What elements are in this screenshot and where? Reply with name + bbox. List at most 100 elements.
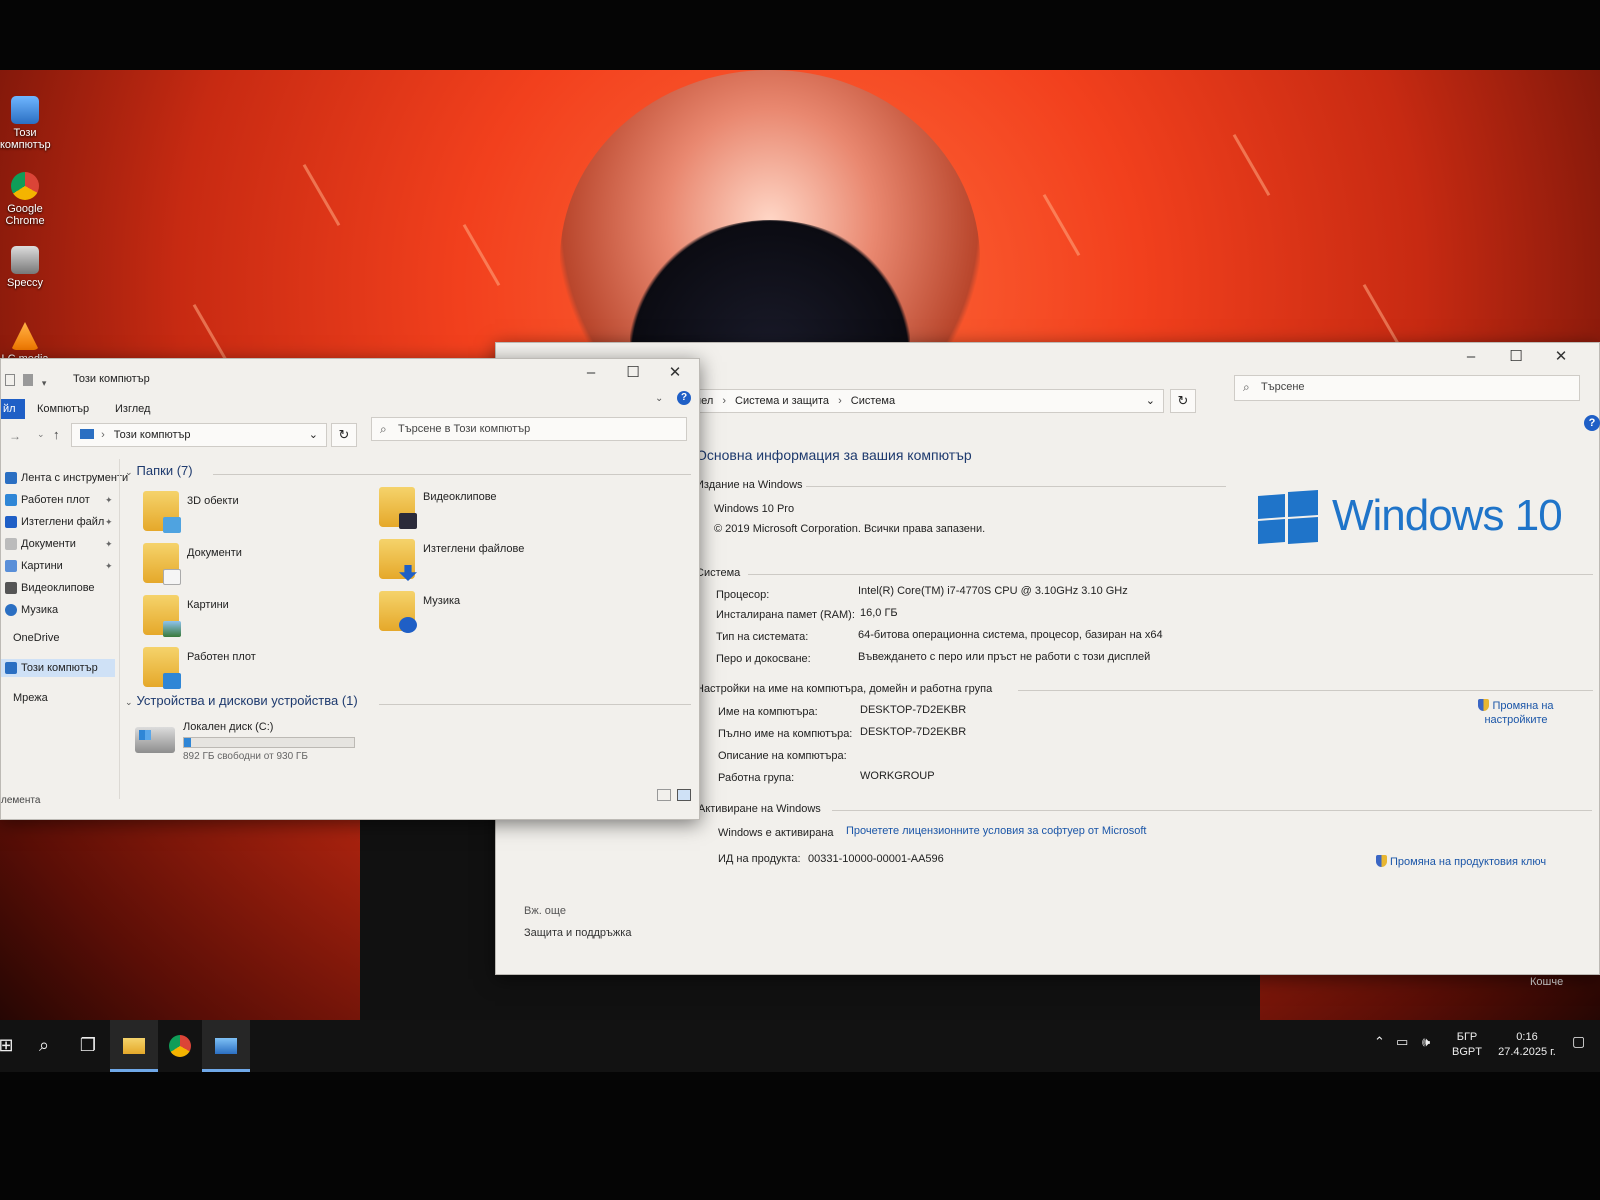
search-icon: ⌕ — [380, 422, 387, 436]
change-settings-link[interactable]: Промяна на настройките — [1456, 699, 1576, 727]
nav-item-quick-access[interactable]: Лента с инструменти — [1, 469, 128, 487]
address-text: Този компютър — [113, 429, 191, 441]
desktop-icon-speccy[interactable]: Speccy — [0, 246, 50, 289]
chevron-up-icon[interactable]: ⌃ — [1374, 1034, 1385, 1049]
nav-item-videos[interactable]: Видеоклипове — [1, 579, 95, 597]
refresh-icon[interactable]: ↻ — [1170, 389, 1196, 413]
nav-item-label: Лента с инструменти — [21, 472, 129, 484]
system-search-input[interactable]: ⌕ Търсене — [1234, 375, 1580, 401]
nav-item-network[interactable]: Мрежа — [1, 689, 48, 707]
refresh-icon[interactable]: ↻ — [331, 423, 357, 447]
folder-music[interactable]: Музика — [379, 591, 599, 639]
ribbon-tab-computer[interactable]: Компютър — [37, 403, 89, 415]
maximize-button[interactable]: ☐ — [613, 359, 653, 387]
folder-desktop[interactable]: Работен плот — [143, 647, 363, 695]
drive-usage-fill — [184, 738, 191, 747]
large-icons-view-icon[interactable] — [677, 789, 691, 801]
explorer-address-bar[interactable]: › Този компютър ⌄ — [71, 423, 327, 447]
search-placeholder: Търсене — [1261, 381, 1305, 393]
minimize-button[interactable]: – — [1451, 343, 1491, 371]
computer-name-value: DESKTOP-7D2EKBR — [860, 704, 967, 716]
maximize-button[interactable]: ☐ — [1496, 343, 1536, 371]
folders-header-label: Папки (7) — [136, 463, 193, 478]
activation-group-title: Активиране на Windows — [698, 803, 821, 815]
chevron-down-icon[interactable]: ⌄ — [309, 424, 318, 446]
music-note-icon — [5, 604, 17, 616]
drive-usage-bar — [183, 737, 355, 748]
nav-item-pictures[interactable]: Картини — [1, 557, 63, 575]
system-heading: Основна информация за вашия компютър — [696, 447, 972, 463]
notification-icon[interactable]: ▢ — [1572, 1034, 1585, 1049]
pin-icon[interactable]: ✦ — [105, 517, 113, 528]
devices-section-header[interactable]: ⌄ Устройства и дискови устройства (1) — [125, 693, 358, 708]
minimize-button[interactable]: – — [571, 359, 611, 387]
search-placeholder: Търсене в Този компютър — [398, 423, 531, 435]
divider — [806, 486, 1226, 487]
nav-item-this-pc[interactable]: Този компютър — [1, 659, 115, 677]
chevron-down-icon[interactable]: ⌄ — [655, 393, 663, 404]
change-product-key-link[interactable]: Промяна на продуктовия ключ — [1376, 855, 1546, 868]
recycle-bin-label[interactable]: Кошче — [1530, 976, 1563, 988]
desktop-icon-chrome[interactable]: Google Chrome — [0, 172, 50, 227]
folder-3d-objects[interactable]: 3D обекти — [143, 491, 363, 539]
back-arrow-icon[interactable]: → — [9, 429, 21, 443]
help-icon[interactable]: ? — [677, 391, 691, 405]
ribbon-tab-view[interactable]: Изглед — [115, 403, 150, 415]
nav-item-desktop[interactable]: Работен плот — [1, 491, 90, 509]
star-icon — [5, 472, 17, 484]
close-button[interactable]: ✕ — [655, 359, 695, 387]
new-folder-icon[interactable] — [23, 374, 34, 386]
license-terms-link[interactable]: Прочетете лицензионните условия за софту… — [846, 825, 1146, 837]
pin-icon[interactable]: ✦ — [105, 495, 113, 506]
document-icon — [5, 538, 17, 550]
chevron-down-icon[interactable]: ⌄ — [1146, 390, 1155, 412]
nav-item-onedrive[interactable]: OneDrive — [1, 629, 59, 647]
system-address-bar[interactable]: нел › Система и защита › Система ⌄ — [686, 389, 1164, 413]
full-computer-name-value: DESKTOP-7D2EKBR — [860, 726, 967, 738]
pin-icon[interactable]: ✦ — [105, 539, 113, 550]
task-view-icon[interactable]: ❐ — [64, 1020, 112, 1072]
clock-date: 27.4.2025 г. — [1498, 1046, 1556, 1058]
processor-value: Intel(R) Core(TM) i7-4770S CPU @ 3.10GHz… — [858, 585, 1128, 597]
folders-section-header[interactable]: ⌄ Папки (7) — [125, 463, 193, 478]
nav-item-label: Мрежа — [13, 692, 48, 704]
help-icon[interactable]: ? — [1584, 415, 1600, 431]
folder-downloads[interactable]: Изтеглени файлове — [379, 539, 599, 587]
properties-icon[interactable] — [5, 374, 15, 386]
downloads-icon — [379, 539, 417, 581]
pin-icon[interactable]: ✦ — [105, 561, 113, 572]
network-icon[interactable]: ▭ — [1396, 1034, 1408, 1049]
screen: Този компютър Google Chrome Speccy LC me… — [0, 0, 1600, 1200]
breadcrumb-item[interactable]: Система и защита — [735, 395, 829, 407]
drive-c[interactable]: Локален диск (C:) 892 ГБ свободни от 930… — [135, 719, 375, 763]
clock[interactable]: 0:16 27.4.2025 г. — [1492, 1030, 1562, 1060]
chevron-down-icon[interactable]: ▾ — [42, 378, 47, 388]
change-product-key-label: Промяна на продуктовия ключ — [1390, 856, 1547, 868]
folder-videos[interactable]: Видеоклипове — [379, 487, 599, 535]
language-indicator[interactable]: БГР BGPT — [1452, 1030, 1482, 1060]
nav-item-downloads[interactable]: Изтеглени файл — [1, 513, 104, 531]
breadcrumb-item[interactable]: Система — [851, 395, 895, 407]
folder-documents[interactable]: Документи — [143, 543, 363, 591]
nav-item-documents[interactable]: Документи — [1, 535, 76, 553]
volume-icon[interactable]: 🕪 — [1422, 1034, 1430, 1049]
quick-access-toolbar[interactable]: ▾ — [5, 373, 55, 388]
nav-item-music[interactable]: Музика — [1, 601, 58, 619]
security-maintenance-link[interactable]: Защита и поддръжка — [524, 927, 631, 939]
desktop-icon-label: Този компютър — [0, 127, 51, 151]
details-view-icon[interactable] — [657, 789, 671, 801]
explorer-search-input[interactable]: ⌕ Търсене в Този компютър — [371, 417, 687, 441]
folder-label: Музика — [423, 595, 461, 607]
close-button[interactable]: ✕ — [1541, 343, 1581, 371]
search-icon[interactable]: ⌕ — [20, 1020, 68, 1072]
up-arrow-icon[interactable]: ↑ — [53, 427, 60, 442]
desktop-icon-this-pc[interactable]: Този компютър — [0, 96, 51, 151]
file-explorer-taskbar-button[interactable] — [110, 1020, 158, 1072]
chevron-down-icon[interactable]: ⌄ — [37, 429, 45, 440]
folder-label: Видеоклипове — [423, 491, 497, 503]
folder-pictures[interactable]: Картини — [143, 595, 363, 643]
chrome-taskbar-button[interactable] — [156, 1020, 204, 1072]
system-taskbar-button[interactable] — [202, 1020, 250, 1072]
divider — [1018, 690, 1593, 691]
ribbon-tab-file[interactable]: йл — [1, 399, 25, 419]
